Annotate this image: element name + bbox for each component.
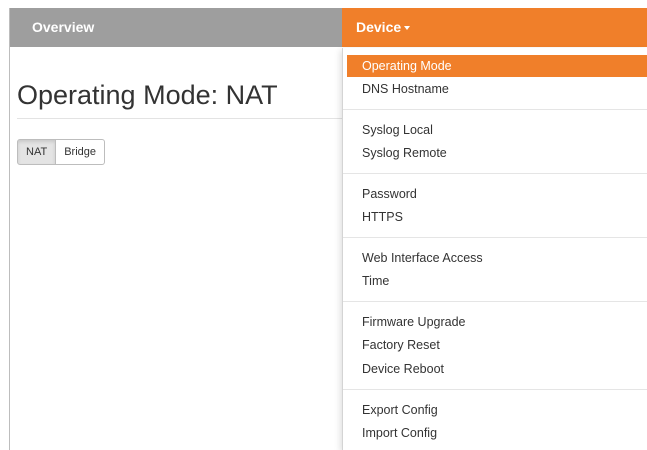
menu-divider bbox=[343, 109, 647, 110]
menu-divider bbox=[343, 301, 647, 302]
menu-divider bbox=[343, 237, 647, 238]
menu-divider bbox=[343, 173, 647, 174]
menu-item-firmware-upgrade[interactable]: Firmware Upgrade bbox=[343, 311, 647, 333]
top-navbar: Overview Device bbox=[10, 8, 647, 47]
title-divider bbox=[17, 118, 342, 119]
menu-item-import-config[interactable]: Import Config bbox=[343, 422, 647, 444]
app-frame: Overview Device Operating Mode: NAT NAT … bbox=[0, 0, 647, 450]
menu-item-device-reboot[interactable]: Device Reboot bbox=[343, 358, 647, 380]
nav-device-label: Device bbox=[356, 19, 402, 35]
left-border bbox=[9, 8, 10, 450]
nat-button[interactable]: NAT bbox=[17, 139, 57, 165]
menu-item-dns-hostname[interactable]: DNS Hostname bbox=[343, 78, 647, 100]
device-dropdown-menu: Operating Mode DNS Hostname Syslog Local… bbox=[342, 48, 647, 450]
menu-item-password[interactable]: Password bbox=[343, 183, 647, 205]
nav-overview[interactable]: Overview bbox=[10, 8, 116, 47]
page-title: Operating Mode: NAT bbox=[17, 80, 278, 110]
mode-button-group: NAT Bridge bbox=[17, 139, 105, 165]
menu-divider bbox=[343, 389, 647, 390]
menu-item-export-config[interactable]: Export Config bbox=[343, 399, 647, 421]
nav-device-dropdown[interactable]: Device bbox=[342, 8, 647, 47]
menu-item-syslog-local[interactable]: Syslog Local bbox=[343, 119, 647, 141]
bridge-button[interactable]: Bridge bbox=[56, 139, 105, 165]
menu-item-operating-mode[interactable]: Operating Mode bbox=[347, 55, 647, 77]
caret-down-icon bbox=[404, 26, 410, 30]
menu-item-web-interface-access[interactable]: Web Interface Access bbox=[343, 247, 647, 269]
menu-item-https[interactable]: HTTPS bbox=[343, 206, 647, 228]
menu-item-syslog-remote[interactable]: Syslog Remote bbox=[343, 142, 647, 164]
menu-item-factory-reset[interactable]: Factory Reset bbox=[343, 334, 647, 356]
menu-item-time[interactable]: Time bbox=[343, 270, 647, 292]
